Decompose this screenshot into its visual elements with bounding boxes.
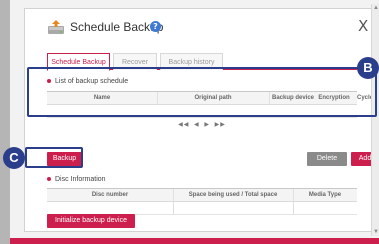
first-page-icon[interactable]: ◀◀ bbox=[178, 122, 189, 128]
tab-backup-history[interactable]: Backup history bbox=[160, 53, 223, 70]
title-bar: Schedule Backup ? X bbox=[25, 9, 379, 45]
tab-schedule-backup[interactable]: Schedule Backup bbox=[47, 53, 110, 71]
column-backup-device: Backup device bbox=[271, 95, 315, 101]
column-encryption: Encryption bbox=[318, 95, 350, 101]
next-page-icon[interactable]: ▶ bbox=[204, 122, 210, 128]
disc-table-header: Disc number Space being used / Total spa… bbox=[47, 188, 357, 202]
disc-section-label: Disc Information bbox=[47, 175, 106, 185]
callout-c-marker: C bbox=[3, 147, 25, 169]
media-type-cell bbox=[293, 202, 357, 214]
prev-page-icon[interactable]: ◀ bbox=[194, 122, 200, 128]
bullet-icon bbox=[47, 79, 51, 84]
disc-table: Disc number Space being used / Total spa… bbox=[47, 188, 357, 215]
vertical-scrollbar[interactable]: ▲ ▼ bbox=[371, 4, 379, 236]
schedule-table: Name Original path Backup device Encrypt… bbox=[47, 91, 373, 118]
close-button[interactable]: X bbox=[358, 17, 368, 35]
bottom-accent-band bbox=[10, 238, 379, 244]
backup-drive-icon bbox=[48, 20, 64, 34]
schedule-table-empty-row bbox=[47, 105, 357, 118]
last-page-icon[interactable]: ▶▶ bbox=[215, 122, 226, 128]
scroll-up-icon[interactable]: ▲ bbox=[372, 4, 379, 12]
tab-bar: Schedule Backup Recover Backup history bbox=[47, 53, 357, 71]
space-used-cell bbox=[173, 202, 293, 214]
schedule-section-label: List of backup schedule bbox=[47, 77, 128, 87]
schedule-section-title: List of backup schedule bbox=[55, 78, 129, 85]
pager: ◀◀ ◀ ▶ ▶▶ bbox=[47, 120, 357, 130]
disc-section-title: Disc Information bbox=[55, 176, 106, 183]
column-disc-number: Disc number bbox=[91, 192, 129, 198]
callout-b-marker: B bbox=[357, 57, 379, 79]
initialize-backup-device-button[interactable]: Initialize backup device bbox=[47, 214, 135, 228]
column-media-type: Media Type bbox=[308, 192, 342, 198]
schedule-table-header: Name Original path Backup device Encrypt… bbox=[47, 91, 373, 105]
outer-window: Schedule Backup ? X Schedule Backup Reco… bbox=[10, 0, 379, 244]
column-original-path: Original path bbox=[194, 95, 232, 101]
column-space-used: Space being used / Total space bbox=[188, 192, 278, 198]
help-icon[interactable]: ? bbox=[150, 21, 161, 32]
scroll-down-icon[interactable]: ▼ bbox=[372, 228, 379, 236]
schedule-backup-dialog: Schedule Backup ? X Schedule Backup Reco… bbox=[24, 8, 379, 232]
disc-number-cell bbox=[47, 202, 173, 214]
bullet-icon bbox=[47, 177, 51, 182]
tab-recover[interactable]: Recover bbox=[113, 53, 157, 70]
backup-button[interactable]: Backup bbox=[47, 152, 82, 166]
column-name: Name bbox=[93, 95, 111, 101]
delete-button[interactable]: Delete bbox=[307, 152, 347, 166]
